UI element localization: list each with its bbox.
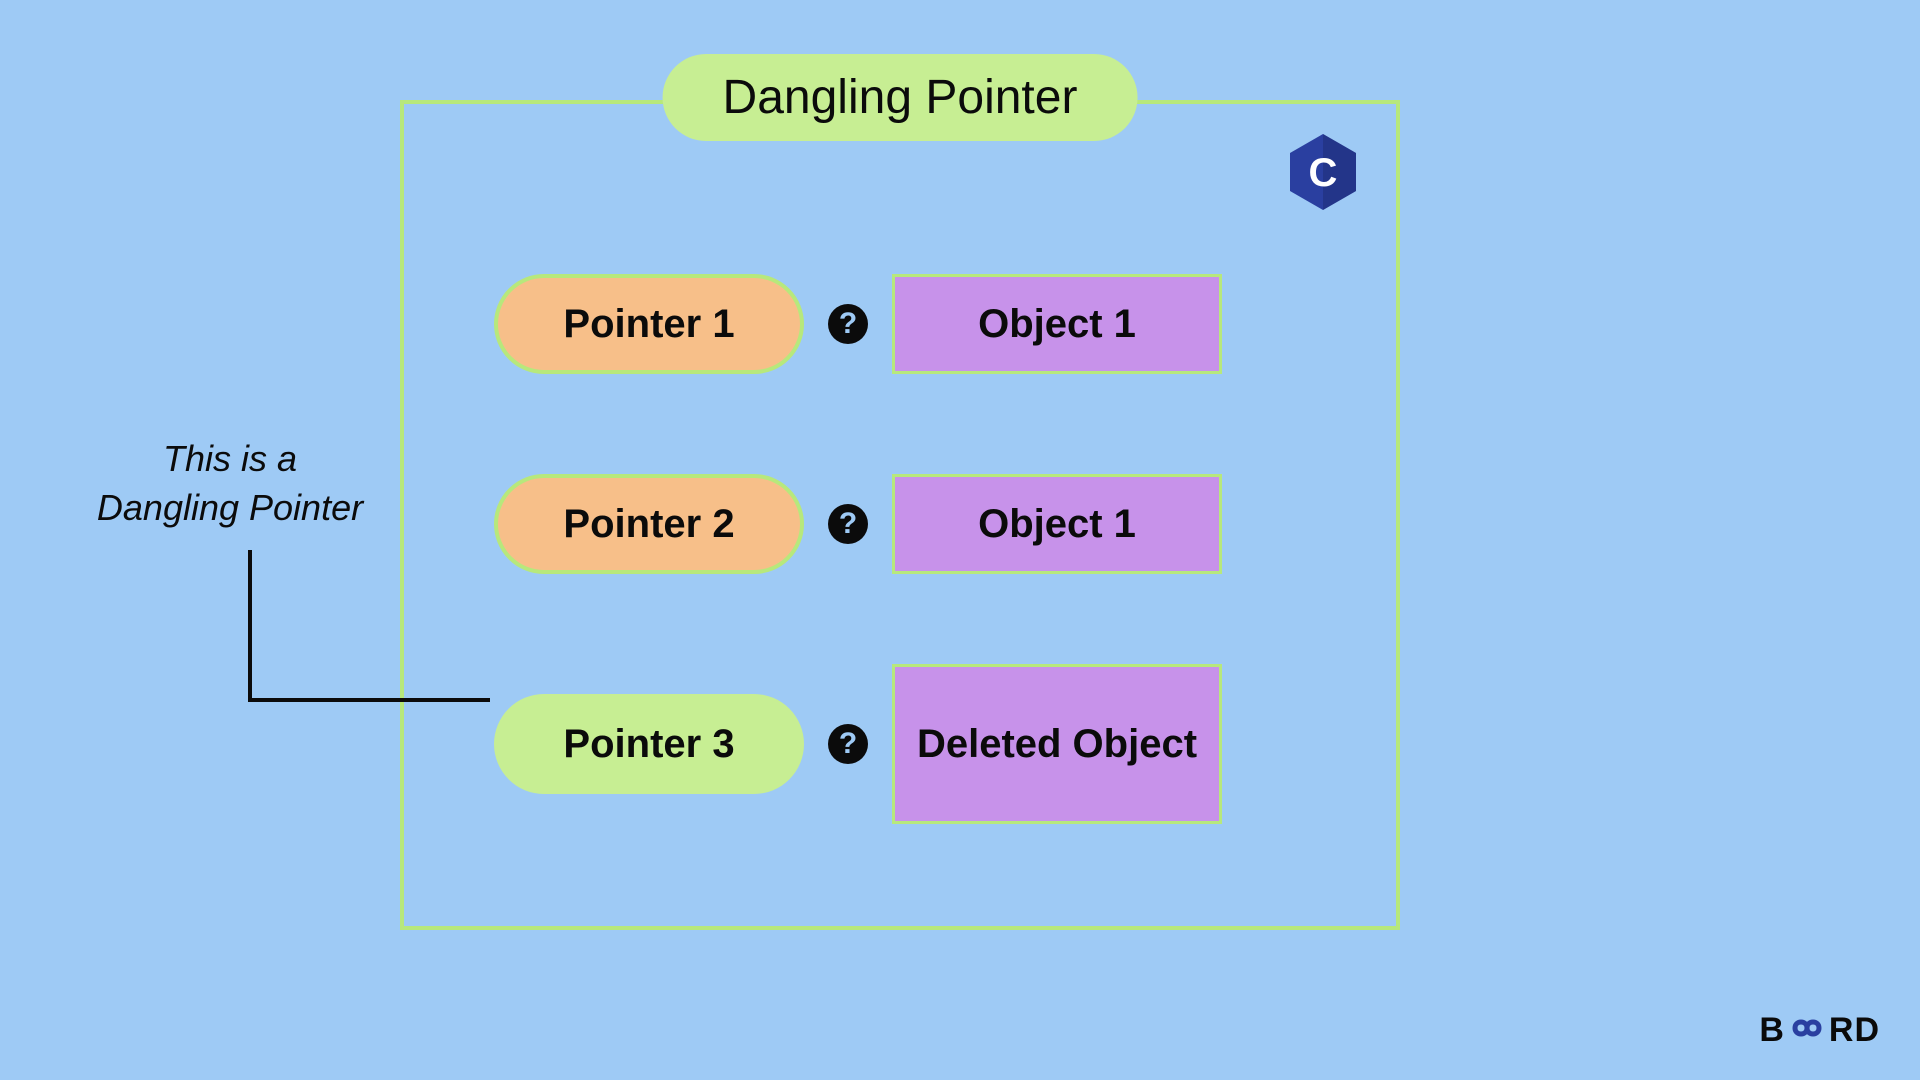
footer-rd: RD: [1829, 1011, 1880, 1050]
row-3: Pointer 3 ? Deleted Object: [494, 664, 1222, 824]
pointer-2-pill: Pointer 2: [494, 474, 804, 574]
question-icon: ?: [828, 304, 868, 344]
object-2-box: Object 1: [892, 474, 1222, 574]
diagram-frame: Dangling Pointer C Pointer 1 ? Object 1 …: [400, 100, 1400, 930]
annotation-line2: Dangling Pointer: [97, 487, 363, 528]
row-1: Pointer 1 ? Object 1: [494, 274, 1222, 374]
c-language-icon: C: [1290, 134, 1356, 210]
deleted-object-box: Deleted Object: [892, 664, 1222, 824]
board-logo: B RD: [1759, 1009, 1880, 1052]
diagram-title: Dangling Pointer: [663, 54, 1138, 141]
question-icon: ?: [828, 724, 868, 764]
pointer-3-pill: Pointer 3: [494, 694, 804, 794]
annotation-connector: [240, 550, 490, 710]
svg-text:C: C: [1309, 151, 1338, 195]
pointer-1-pill: Pointer 1: [494, 274, 804, 374]
infinity-icon: [1783, 1009, 1831, 1052]
object-1-box: Object 1: [892, 274, 1222, 374]
row-2: Pointer 2 ? Object 1: [494, 474, 1222, 574]
footer-b: B: [1759, 1011, 1785, 1050]
annotation-label: This is a Dangling Pointer: [80, 435, 380, 532]
question-icon: ?: [828, 504, 868, 544]
annotation-line1: This is a: [163, 438, 297, 479]
